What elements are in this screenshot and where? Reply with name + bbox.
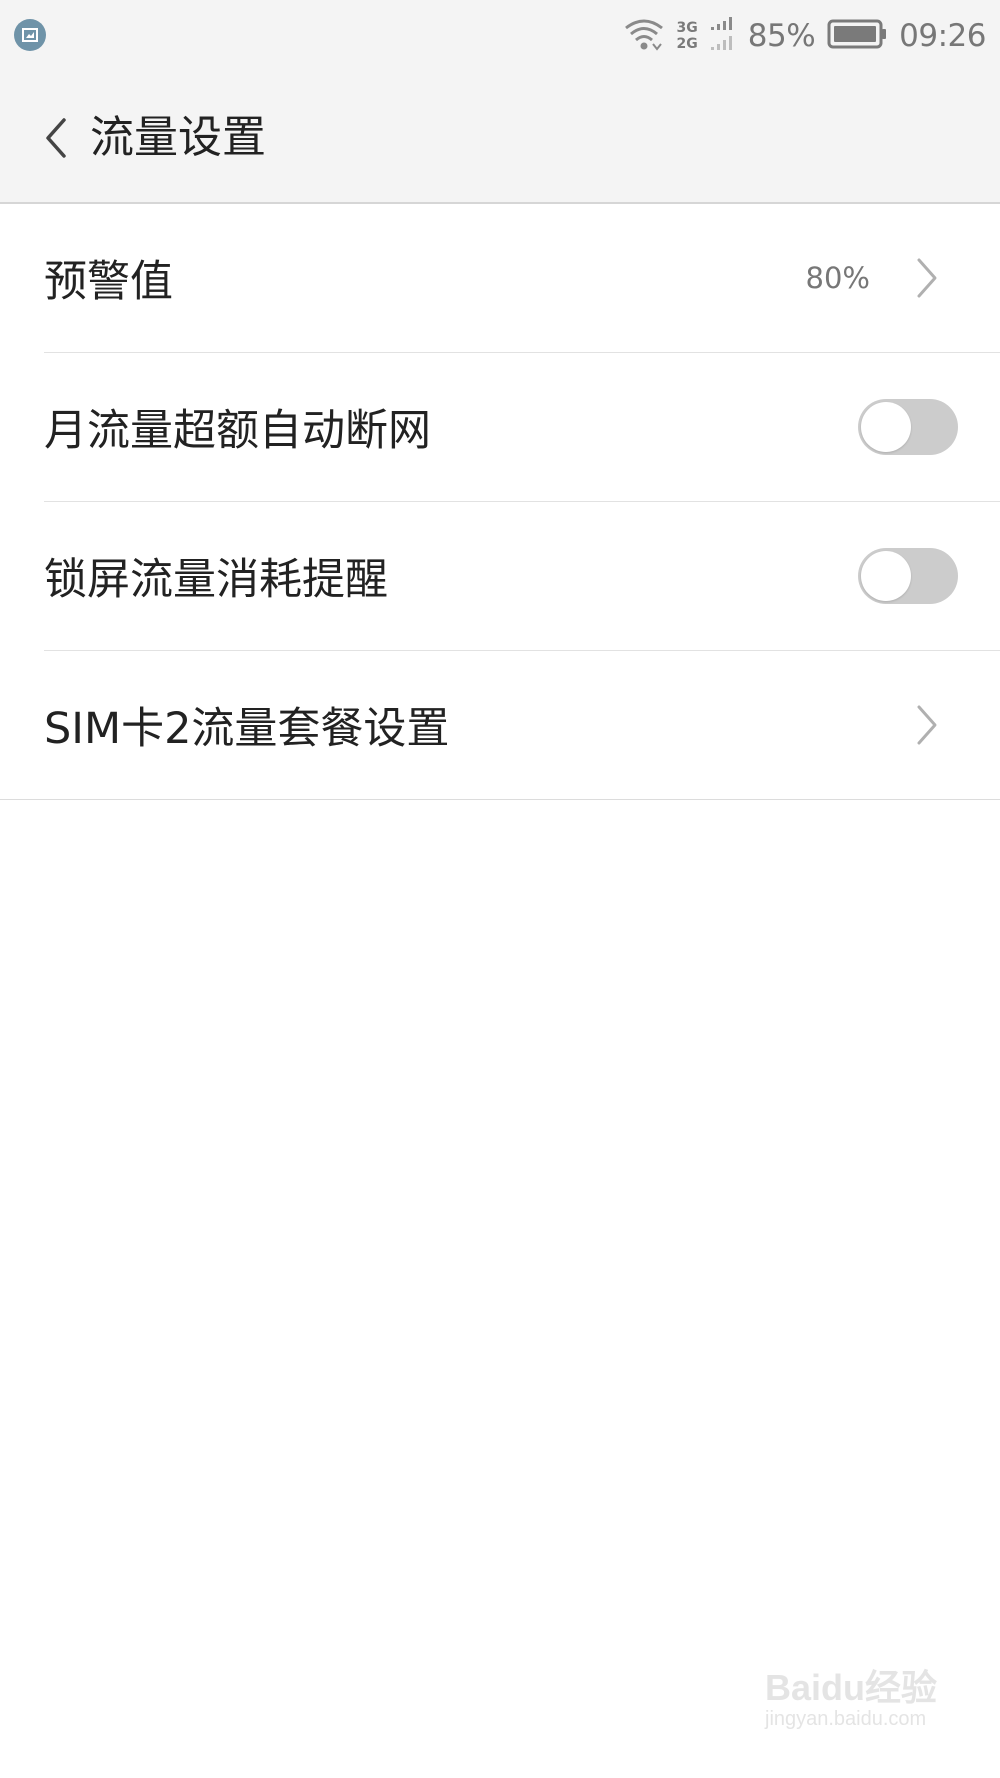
setting-row-lock-screen-reminder: 锁屏流量消耗提醒 — [44, 502, 1000, 651]
network-type: 3G 2G — [677, 20, 698, 52]
setting-row-warning-value[interactable]: 预警值 80% — [44, 204, 1000, 353]
battery-icon — [827, 19, 887, 53]
chevron-left-icon — [46, 118, 66, 158]
setting-label: SIM卡2流量套餐设置 — [44, 704, 450, 754]
setting-row-sim2-plan[interactable]: SIM卡2流量套餐设置 — [0, 651, 1000, 800]
battery-percent: 85% — [747, 18, 816, 54]
status-indicators: 3G 2G 85% 09:26 — [623, 14, 986, 58]
toggle-knob — [861, 551, 911, 601]
status-bar: 3G 2G 85% 09:26 — [0, 0, 1000, 72]
signal-icon — [710, 16, 736, 56]
watermark-brand: Baidu经验 — [765, 1667, 938, 1708]
chevron-right-icon — [917, 705, 937, 745]
settings-list: 预警值 80% 月流量超额自动断网 锁屏流量消耗提醒 SIM卡2流量套餐设置 — [0, 204, 1000, 800]
setting-label: 锁屏流量消耗提醒 — [44, 555, 388, 605]
baidu-watermark: Baidu经验 jingyan.baidu.com — [765, 1667, 965, 1731]
wifi-icon — [623, 16, 665, 56]
setting-label: 月流量超额自动断网 — [44, 406, 431, 456]
app-header: 流量设置 — [0, 72, 1000, 204]
network-type-bottom: 2G — [676, 36, 698, 52]
network-type-top: 3G — [676, 20, 698, 36]
toggle-knob — [861, 402, 911, 452]
setting-label: 预警值 — [44, 257, 173, 307]
setting-row-auto-disconnect: 月流量超额自动断网 — [44, 353, 1000, 502]
back-button[interactable] — [36, 110, 76, 166]
page-title: 流量设置 — [90, 112, 266, 163]
setting-value: 80% — [805, 261, 870, 295]
notification-icon — [14, 19, 46, 51]
watermark-url: jingyan.baidu.com — [765, 1708, 927, 1730]
auto-disconnect-toggle[interactable] — [858, 399, 958, 455]
lock-screen-reminder-toggle[interactable] — [858, 548, 958, 604]
clock: 09:26 — [899, 18, 986, 54]
chevron-right-icon — [917, 258, 937, 298]
